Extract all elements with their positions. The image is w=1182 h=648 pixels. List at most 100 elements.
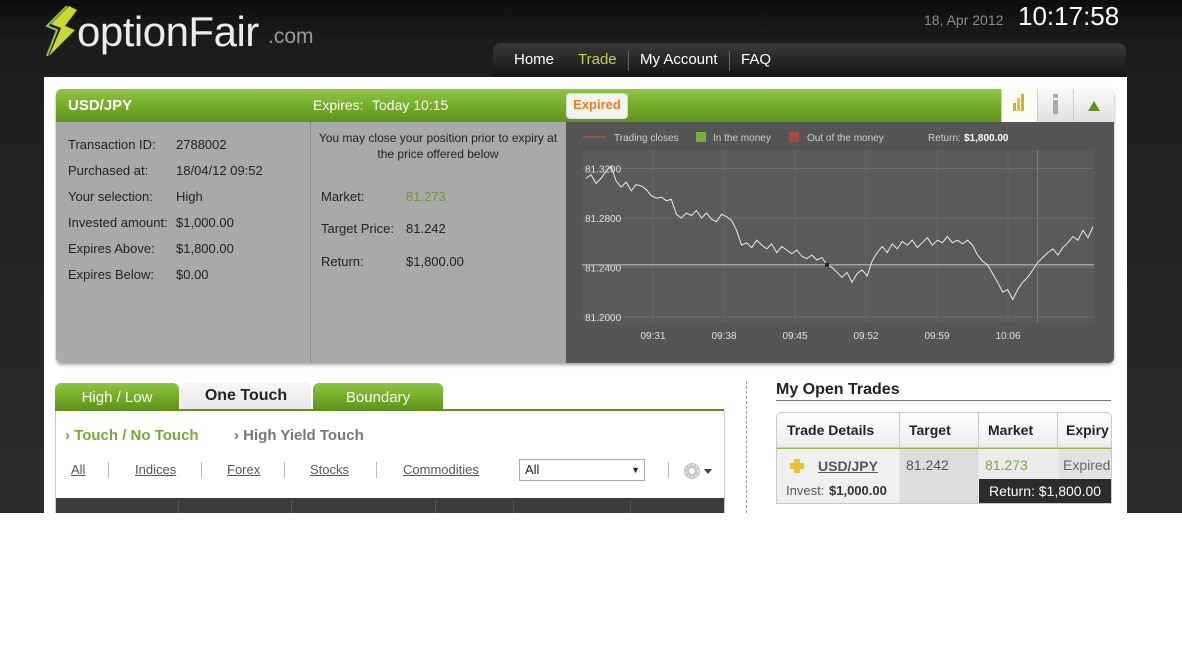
market-label: Market: xyxy=(321,189,365,204)
asset-select[interactable]: All ▼ xyxy=(519,459,645,481)
legend-in-the-money: In the money xyxy=(713,133,771,144)
subtab-label: High Yield Touch xyxy=(243,427,364,444)
transaction-id: 2788002 xyxy=(176,137,227,152)
market-value: 81.273 xyxy=(406,189,446,204)
chart-return-label: Return: xyxy=(928,133,961,144)
target-price-label: Target Price: xyxy=(321,221,394,236)
detail-label: Transaction ID: xyxy=(68,137,156,152)
expires-label: Expires: xyxy=(313,97,364,113)
current-time: 10:17:58 xyxy=(1018,1,1120,31)
asset-filters: All Indices Forex Stocks Commodities All… xyxy=(56,455,724,483)
detail-label: Expires Above: xyxy=(68,241,155,256)
nav-faq[interactable]: FAQ xyxy=(741,51,771,68)
y-tick-label: 81.3200 xyxy=(585,165,622,176)
expand-plus-icon[interactable] xyxy=(789,458,805,474)
subtab-high-yield-touch[interactable]: › High Yield Touch xyxy=(234,427,364,444)
filter-indices[interactable]: Indices xyxy=(135,462,176,477)
bar-chart-icon xyxy=(1013,94,1024,111)
trade-market: 81.273 xyxy=(985,457,1028,473)
nav-divider xyxy=(729,51,730,71)
close-note: You may close your position prior to exp… xyxy=(318,131,558,161)
position-panel: USD/JPY Expires: Today 10:15 Expired Tra… xyxy=(56,89,1114,363)
tab-one-touch[interactable]: One Touch xyxy=(181,382,311,412)
invest-label: Invest: xyxy=(786,483,825,498)
legend-out-of-the-money-swatch xyxy=(789,132,799,142)
open-trades-title: My Open Trades xyxy=(776,381,900,398)
filter-divider xyxy=(284,462,285,478)
main-content: USD/JPY Expires: Today 10:15 Expired Tra… xyxy=(44,77,1127,513)
subtab-label: Touch / No Touch xyxy=(74,427,199,444)
tab-boundary[interactable]: Boundary xyxy=(313,383,443,410)
return-label: Return: xyxy=(321,254,364,269)
position-header: USD/JPY Expires: Today 10:15 Expired xyxy=(56,89,1114,122)
detail-label: Your selection: xyxy=(68,189,153,204)
pair-title: USD/JPY xyxy=(68,97,133,114)
expired-badge: Expired xyxy=(566,93,628,119)
open-trade-row[interactable]: USD/JPY 81.242 81.273 Expired Invest: $1… xyxy=(777,448,1111,503)
product-tabs: High / Low One Touch Boundary xyxy=(55,382,725,412)
header-divider xyxy=(1057,413,1058,447)
your-selection: High xyxy=(176,189,203,204)
price-chart: Trading closes In the money Out of the m… xyxy=(566,122,1114,363)
open-trades-underline xyxy=(776,400,1111,401)
info-view-icon[interactable] xyxy=(1037,89,1074,122)
chart-view-icon[interactable] xyxy=(1001,89,1038,122)
chart-return-value: $1,800.00 xyxy=(964,133,1009,144)
detail-label: Invested amount: xyxy=(68,215,168,230)
optionfair-logo[interactable]: optionFair .com xyxy=(45,6,335,58)
collapse-panel-icon[interactable] xyxy=(1073,89,1114,122)
subtab-touch-no-touch[interactable]: › Touch / No Touch xyxy=(65,427,199,444)
table-column-header xyxy=(292,500,436,513)
info-icon xyxy=(1053,94,1058,114)
legend-trading-closes: Trading closes xyxy=(614,133,679,144)
filter-divider xyxy=(668,462,669,478)
header-divider xyxy=(978,413,979,447)
filter-all[interactable]: All xyxy=(71,462,85,477)
target-price-value: 81.242 xyxy=(406,221,446,236)
current-date: 18, Apr 2012 xyxy=(924,12,1004,28)
trade-target: 81.242 xyxy=(906,457,949,473)
x-tick-label: 09:38 xyxy=(711,331,736,342)
price-chart-svg: Trading closes In the money Out of the m… xyxy=(582,132,1094,342)
x-tick-label: 10:06 xyxy=(995,331,1020,342)
filter-divider xyxy=(201,462,202,478)
invest-value: $1,000.00 xyxy=(829,483,887,498)
nav-my-account[interactable]: My Account xyxy=(640,51,718,68)
header-expiry: Expiry xyxy=(1066,422,1109,438)
filter-forex[interactable]: Forex xyxy=(227,462,260,477)
trade-asset-link[interactable]: USD/JPY xyxy=(818,458,878,474)
column-divider xyxy=(746,381,748,513)
assets-table-header xyxy=(56,498,724,513)
trade-box: › Touch / No Touch › High Yield Touch Al… xyxy=(55,411,725,513)
open-trades-table: Trade Details Target Market Expiry USD/J… xyxy=(776,412,1112,504)
tab-high-low[interactable]: High / Low xyxy=(55,383,179,410)
return-value: $1,800.00 xyxy=(406,254,464,269)
plot-area xyxy=(582,150,1094,323)
asset-select-value: All xyxy=(525,462,540,477)
settings-menu[interactable] xyxy=(682,459,716,483)
x-tick-label: 09:52 xyxy=(853,331,878,342)
purchase-marker xyxy=(824,262,829,267)
triangle-up-icon xyxy=(1088,101,1100,111)
filter-commodities[interactable]: Commodities xyxy=(403,462,479,477)
header-trade-details: Trade Details xyxy=(787,422,875,438)
x-tick-label: 09:59 xyxy=(924,331,949,342)
header-target: Target xyxy=(909,422,951,438)
x-tick-label: 09:31 xyxy=(640,331,665,342)
nav-trade[interactable]: Trade xyxy=(578,51,617,68)
x-tick-label: 09:45 xyxy=(782,331,807,342)
trade-expiry: Expired xyxy=(1063,457,1111,473)
detail-label: Expires Below: xyxy=(68,267,154,282)
open-trades-header: Trade Details Target Market Expiry xyxy=(777,413,1111,448)
chevron-right-icon: › xyxy=(65,427,75,444)
filter-stocks[interactable]: Stocks xyxy=(310,462,349,477)
logo-suffix: .com xyxy=(268,25,314,48)
nav-home[interactable]: Home xyxy=(514,51,554,68)
table-column-header xyxy=(179,500,292,513)
expires-value: Today 10:15 xyxy=(372,97,449,113)
nav-divider xyxy=(628,51,629,71)
table-column-header xyxy=(436,500,514,513)
table-column-header xyxy=(56,500,179,513)
logo-s-icon xyxy=(45,6,77,56)
header-market: Market xyxy=(988,422,1034,438)
